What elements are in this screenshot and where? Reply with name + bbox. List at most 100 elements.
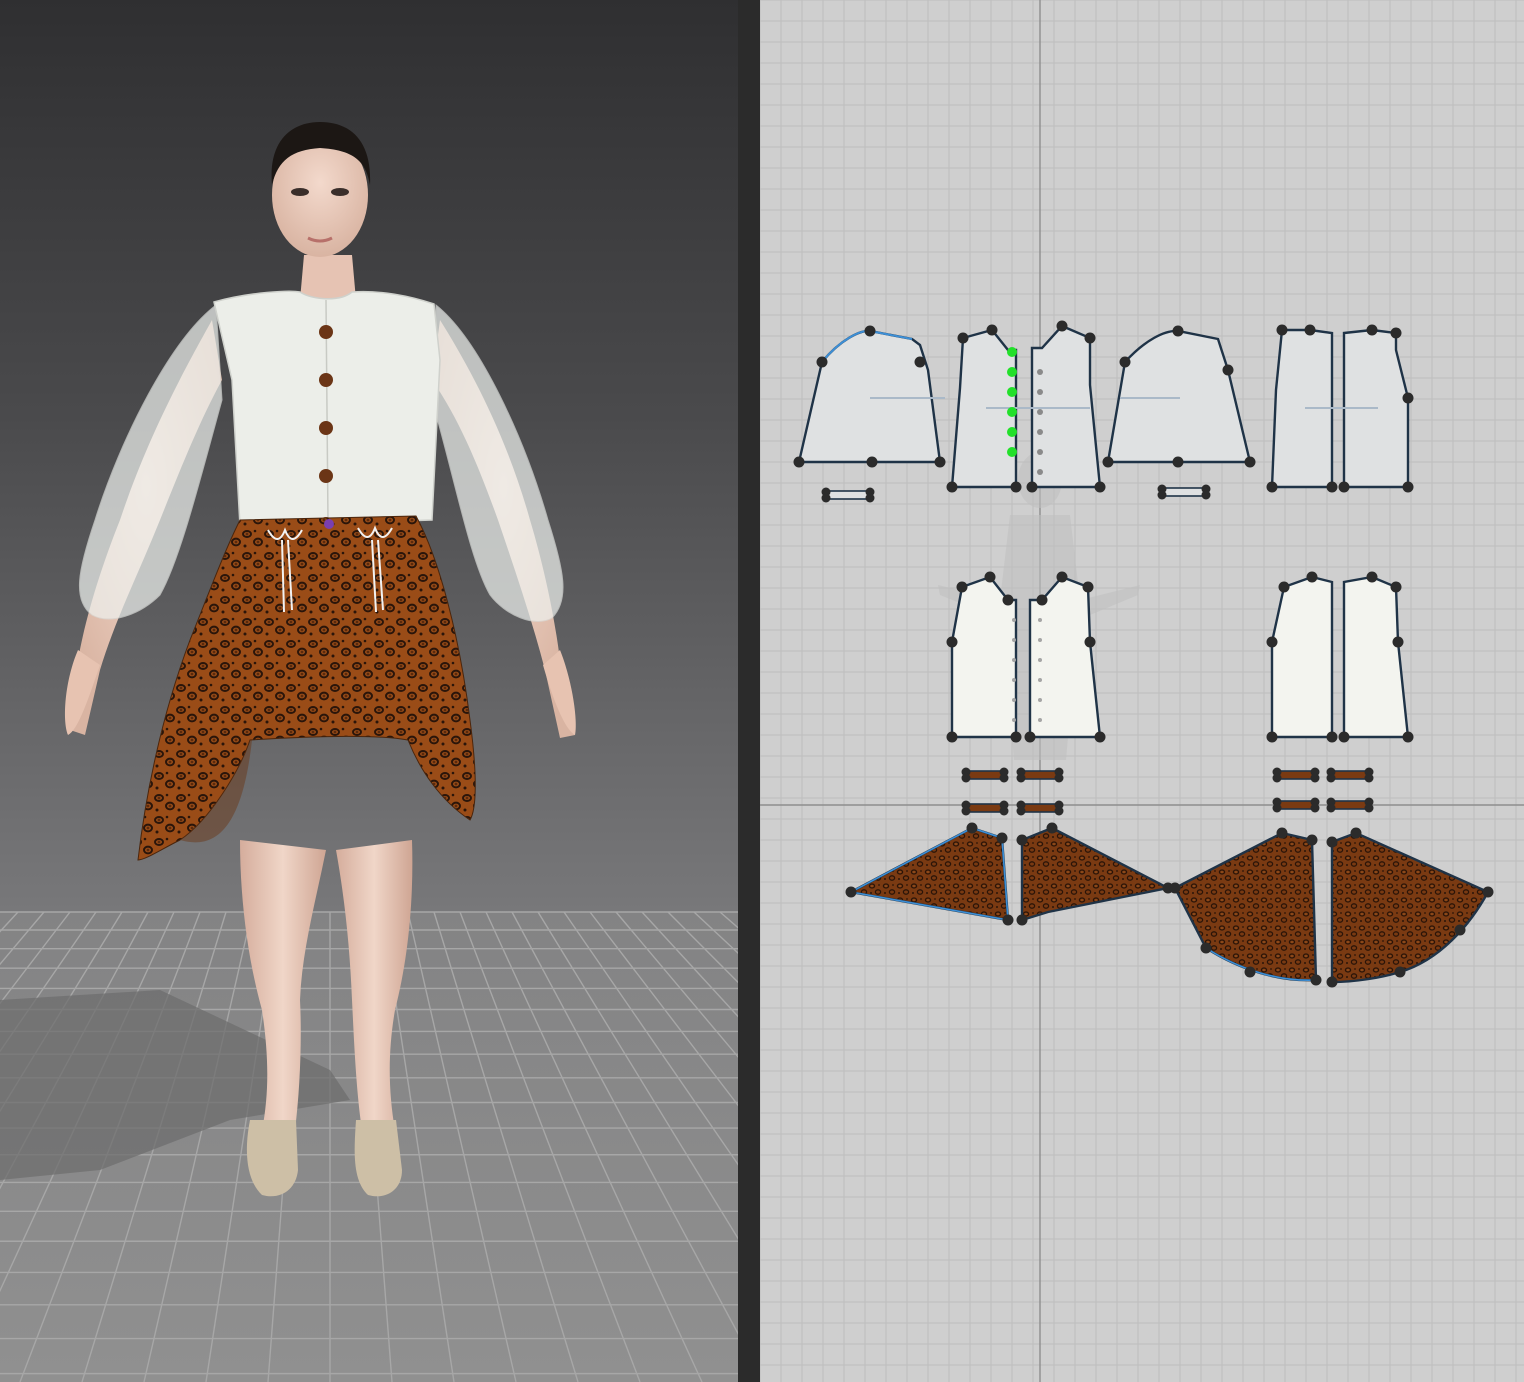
pattern-point[interactable] xyxy=(996,832,1008,844)
pattern-point[interactable] xyxy=(793,456,805,468)
pattern-point[interactable] xyxy=(946,481,958,493)
pattern-point[interactable] xyxy=(1278,581,1290,593)
pattern-point[interactable] xyxy=(1026,481,1038,493)
pattern-point[interactable] xyxy=(1244,966,1256,978)
pattern-point[interactable] xyxy=(1046,822,1058,834)
pattern-point[interactable] xyxy=(1266,731,1278,743)
pattern-point[interactable] xyxy=(1082,581,1094,593)
pattern-point[interactable] xyxy=(1402,731,1414,743)
pattern-point[interactable] xyxy=(1394,966,1406,978)
pattern-point[interactable] xyxy=(1276,324,1288,336)
pattern-point[interactable] xyxy=(956,581,968,593)
pattern-point[interactable] xyxy=(1326,731,1338,743)
pattern-point[interactable] xyxy=(1454,924,1466,936)
pattern-point[interactable] xyxy=(1402,481,1414,493)
button-marker xyxy=(1012,618,1016,622)
button-marker xyxy=(1037,469,1043,475)
pattern-point[interactable] xyxy=(1094,481,1106,493)
pattern-point[interactable] xyxy=(1306,834,1318,846)
shirt-button xyxy=(319,421,333,435)
pattern-point[interactable] xyxy=(1102,456,1114,468)
pattern-point[interactable] xyxy=(1390,581,1402,593)
shirt-button xyxy=(319,325,333,339)
pattern-point[interactable] xyxy=(1119,356,1131,368)
pattern-point[interactable] xyxy=(1392,636,1404,648)
pattern-point[interactable] xyxy=(1056,320,1068,332)
pattern-point[interactable] xyxy=(1084,332,1096,344)
pattern-point[interactable] xyxy=(1338,731,1350,743)
pattern-point[interactable] xyxy=(1350,827,1362,839)
pattern-point[interactable] xyxy=(946,731,958,743)
pattern-point[interactable] xyxy=(1016,914,1028,926)
shirt-button xyxy=(319,373,333,387)
pattern-point[interactable] xyxy=(1402,392,1414,404)
pattern-point[interactable] xyxy=(1366,571,1378,583)
pattern-point[interactable] xyxy=(866,456,878,468)
pattern-point[interactable] xyxy=(1002,594,1014,606)
pattern-point[interactable] xyxy=(1326,481,1338,493)
pattern-point[interactable] xyxy=(1024,731,1036,743)
pattern-point[interactable] xyxy=(1266,481,1278,493)
3d-skirt[interactable] xyxy=(137,515,476,861)
pattern-point[interactable] xyxy=(1482,886,1494,898)
pattern-point[interactable] xyxy=(1310,974,1322,986)
button-marker xyxy=(1038,718,1042,722)
pattern-point[interactable] xyxy=(934,456,946,468)
pattern-point[interactable] xyxy=(1338,481,1350,493)
pattern-point[interactable] xyxy=(864,325,876,337)
panel-divider[interactable] xyxy=(738,0,760,1382)
pattern-point[interactable] xyxy=(966,822,978,834)
selected-point[interactable] xyxy=(1007,347,1017,357)
button-marker xyxy=(1012,698,1016,702)
button-marker xyxy=(1012,678,1016,682)
pattern-point[interactable] xyxy=(1094,731,1106,743)
selected-point[interactable] xyxy=(1007,387,1017,397)
button-marker xyxy=(1038,678,1042,682)
pattern-point[interactable] xyxy=(1326,976,1338,988)
pattern-point[interactable] xyxy=(1326,836,1338,848)
pattern-point[interactable] xyxy=(1084,636,1096,648)
pattern-point[interactable] xyxy=(1010,481,1022,493)
pattern-point[interactable] xyxy=(1172,456,1184,468)
3d-viewport[interactable] xyxy=(0,0,738,1382)
pattern-point[interactable] xyxy=(1276,827,1288,839)
pattern-point[interactable] xyxy=(1390,327,1402,339)
pattern-point[interactable] xyxy=(984,571,996,583)
pattern-point[interactable] xyxy=(1266,636,1278,648)
pattern-point[interactable] xyxy=(1244,456,1256,468)
pattern-point[interactable] xyxy=(1016,834,1028,846)
pattern-point[interactable] xyxy=(986,324,998,336)
button-marker xyxy=(1037,449,1043,455)
pattern-point[interactable] xyxy=(816,356,828,368)
button-marker xyxy=(1038,618,1042,622)
pattern-point[interactable] xyxy=(1169,882,1181,894)
pattern-point[interactable] xyxy=(1222,364,1234,376)
pattern-point[interactable] xyxy=(845,886,857,898)
selected-point[interactable] xyxy=(1007,447,1017,457)
shirt-button xyxy=(319,469,333,483)
pattern-point[interactable] xyxy=(1002,914,1014,926)
pattern-point[interactable] xyxy=(1036,594,1048,606)
pattern-point[interactable] xyxy=(957,332,969,344)
pattern-canvas[interactable] xyxy=(760,0,1524,1382)
pattern-point[interactable] xyxy=(946,636,958,648)
pattern-point[interactable] xyxy=(1056,571,1068,583)
3d-scene[interactable] xyxy=(0,0,738,1382)
pattern-point[interactable] xyxy=(1304,324,1316,336)
pattern-point[interactable] xyxy=(1010,731,1022,743)
3d-shirt[interactable] xyxy=(213,290,441,531)
selected-point[interactable] xyxy=(1007,427,1017,437)
button-marker xyxy=(1038,638,1042,642)
selected-point[interactable] xyxy=(1007,407,1017,417)
button-marker xyxy=(1012,638,1016,642)
pattern-point[interactable] xyxy=(1172,325,1184,337)
pattern-point[interactable] xyxy=(914,356,926,368)
2d-pattern-viewport[interactable] xyxy=(760,0,1524,1382)
button-marker xyxy=(1038,658,1042,662)
pattern-point[interactable] xyxy=(1306,571,1318,583)
pattern-point[interactable] xyxy=(1200,942,1212,954)
pattern-point[interactable] xyxy=(1366,324,1378,336)
selected-point[interactable] xyxy=(1007,367,1017,377)
button-marker xyxy=(1038,698,1042,702)
button-marker xyxy=(1012,718,1016,722)
